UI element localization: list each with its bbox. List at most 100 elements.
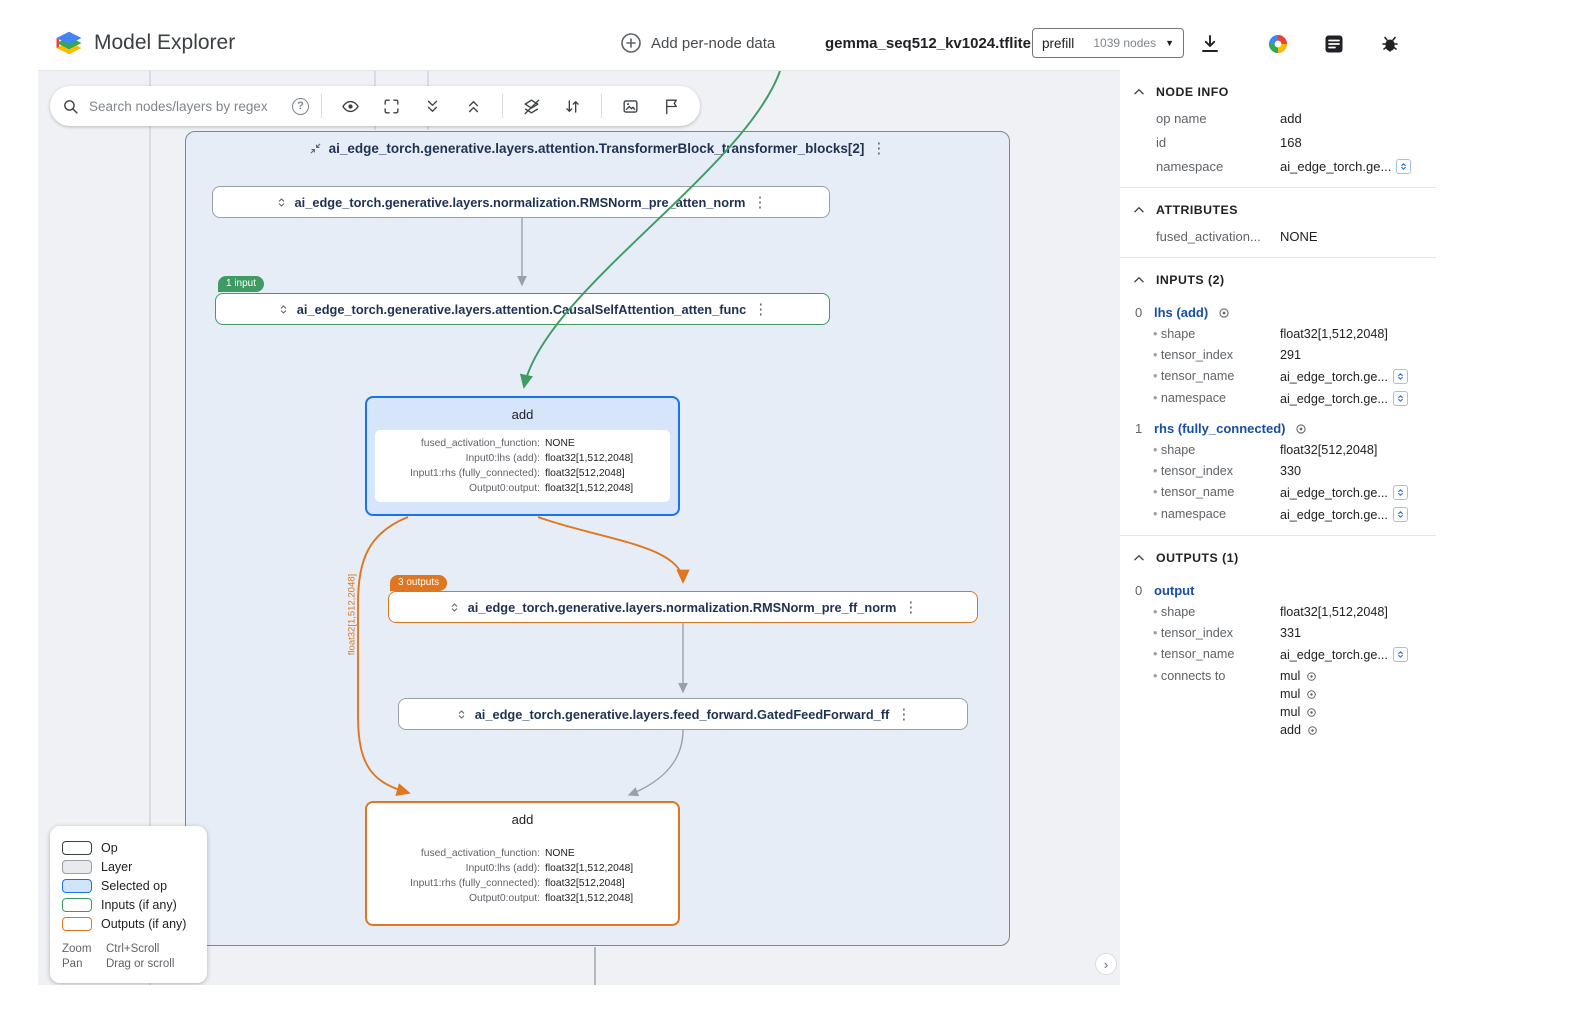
model-explorer-logo-icon (56, 31, 82, 55)
kebab-menu-icon[interactable]: ⋮ (752, 195, 767, 210)
legend-item-selected-op: Selected op (62, 879, 195, 893)
op-node-add-output[interactable]: add fused_activation_function: NONE Input… (365, 801, 680, 926)
attr-row: Input0:lhs (add): float32[1,512,2048] (383, 451, 662, 466)
unfold-icon (278, 197, 284, 207)
locate-icon[interactable] (1294, 422, 1308, 436)
layer-node-rmsnorm-pre-ff-norm[interactable]: ai_edge_torch.generative.layers.normaliz… (388, 591, 978, 623)
flatten-layers-button[interactable] (515, 90, 548, 123)
connects-to-item: mul (1280, 669, 1319, 683)
detail-value: ai_edge_torch.ge... (1280, 485, 1388, 500)
section-header-node-info[interactable]: NODE INFO (1120, 70, 1436, 102)
output-name[interactable]: output (1154, 583, 1194, 598)
locate-icon[interactable] (1305, 670, 1318, 683)
chevron-right-icon: › (1103, 956, 1109, 972)
bookmark-flag-button[interactable] (655, 90, 688, 123)
visibility-button[interactable] (334, 90, 367, 123)
section-header-inputs[interactable]: INPUTS (2) (1120, 258, 1436, 290)
expand-value-stepper[interactable] (1396, 159, 1412, 174)
attr-key: Output0:output: (469, 893, 540, 904)
op-node-title: add (511, 812, 534, 827)
expand-value-stepper[interactable] (1392, 391, 1408, 406)
layers-off-icon (524, 98, 540, 114)
selected-op-swatch (62, 879, 92, 893)
hint-action: Zoom (62, 943, 92, 955)
theme-palette-button[interactable] (1264, 30, 1292, 58)
fit-to-screen-button[interactable] (375, 90, 408, 123)
kebab-menu-icon[interactable]: ⋮ (753, 302, 768, 317)
attr-row: Input0:lhs (add): float32[1,512,2048] (383, 861, 662, 876)
detail-key: tensor_index (1153, 626, 1280, 640)
detail-value-wrap: ai_edge_torch.ge... (1280, 485, 1408, 500)
locate-icon[interactable] (1306, 724, 1319, 737)
expand-all-layers-button[interactable] (416, 90, 449, 123)
graph-selector-dropdown[interactable]: prefill 1039 nodes ▼ (1032, 28, 1184, 58)
detail-value-wrap: ai_edge_torch.ge... (1280, 507, 1408, 522)
docs-list-button[interactable] (1320, 30, 1348, 58)
info-key: op name (1156, 111, 1207, 126)
expand-value-stepper[interactable] (1392, 647, 1408, 662)
help-icon[interactable]: ? (292, 97, 309, 115)
detail-key: tensor_index (1153, 464, 1280, 478)
download-icon (1202, 35, 1218, 52)
attr-value: float32[512,2048] (545, 468, 625, 479)
locate-icon[interactable] (1217, 306, 1231, 320)
info-key: namespace (1156, 159, 1224, 174)
input-name[interactable]: rhs (fully_connected) (1154, 421, 1285, 436)
connected-node[interactable]: mul (1280, 669, 1300, 683)
toolbar-divider (502, 94, 503, 118)
connected-node[interactable]: add (1280, 723, 1301, 737)
locate-icon[interactable] (1305, 688, 1318, 701)
search-input[interactable] (87, 97, 284, 115)
report-bug-button[interactable] (1376, 30, 1404, 58)
connected-node[interactable]: mul (1280, 705, 1300, 719)
add-per-node-data-button[interactable]: Add per-node data (620, 30, 775, 56)
expand-value-stepper[interactable] (1392, 369, 1408, 384)
info-key: id (1156, 135, 1167, 150)
download-button[interactable] (1196, 30, 1224, 58)
input-item-header: 0 lhs (add) (1135, 305, 1436, 320)
toolbar-divider (601, 94, 602, 118)
op-node-attributes: fused_activation_function: NONE Input0:lh… (375, 430, 670, 502)
layer-node-causal-self-attention[interactable]: ai_edge_torch.generative.layers.attentio… (215, 293, 830, 325)
detail-row: shapefloat32[1,512,2048] (1153, 327, 1436, 341)
kebab-menu-icon[interactable]: ⋮ (896, 707, 911, 722)
kebab-menu-icon[interactable]: ⋮ (903, 600, 918, 615)
detail-row: namespaceai_edge_torch.ge... (1153, 391, 1436, 406)
add-per-node-data-label: Add per-node data (651, 34, 776, 52)
node-label: ai_edge_torch.generative.layers.normaliz… (467, 599, 897, 615)
panel-toggle-button[interactable]: › (1095, 953, 1117, 975)
export-image-button[interactable] (614, 90, 647, 123)
collapse-all-layers-button[interactable] (457, 90, 490, 123)
detail-row: shapefloat32[512,2048] (1153, 443, 1436, 457)
expand-value-stepper[interactable] (1392, 507, 1408, 522)
detail-key: shape (1153, 443, 1280, 457)
detail-value-wrap: ai_edge_torch.ge... (1280, 391, 1408, 406)
layer-node-rmsnorm-pre-atten-norm[interactable]: ai_edge_torch.generative.layers.normaliz… (212, 186, 830, 218)
sort-nodes-button[interactable] (556, 90, 589, 123)
attr-value: float32[512,2048] (545, 878, 625, 889)
detail-key: tensor_name (1153, 647, 1280, 661)
locate-icon[interactable] (1305, 706, 1318, 719)
flag-icon (666, 98, 677, 114)
op-node-add-selected[interactable]: add fused_activation_function: NONE Input… (365, 396, 680, 516)
connected-node[interactable]: mul (1280, 687, 1300, 701)
expand-value-stepper[interactable] (1392, 485, 1408, 500)
section-header-outputs[interactable]: OUTPUTS (1) (1120, 536, 1436, 568)
graph-canvas[interactable]: ai_edge_torch.generative.layers.attentio… (38, 70, 1120, 985)
kebab-menu-icon[interactable]: ⋮ (871, 141, 886, 156)
info-row: id 168 (1156, 135, 1436, 150)
double-chevron-up-icon (468, 100, 479, 112)
node-count: 1039 nodes (1093, 36, 1157, 50)
section-header-attributes[interactable]: ATTRIBUTES (1120, 188, 1436, 220)
legend-item-op: Op (62, 841, 195, 855)
collapse-diagonal-icon[interactable] (309, 142, 322, 155)
toolbar-divider (321, 94, 322, 118)
attr-row: Output0:output: float32[1,512,2048] (383, 891, 662, 906)
legend-item-outputs: Outputs (if any) (62, 917, 195, 931)
attr-key: Input1:rhs (fully_connected): (410, 468, 540, 479)
layer-node-gated-feed-forward[interactable]: ai_edge_torch.generative.layers.feed_for… (398, 698, 968, 730)
unfold-icon (1397, 511, 1403, 518)
section-title: ATTRIBUTES (1156, 203, 1238, 217)
attr-row: Input1:rhs (fully_connected): float32[512… (383, 876, 662, 891)
input-name[interactable]: lhs (add) (1154, 305, 1208, 320)
